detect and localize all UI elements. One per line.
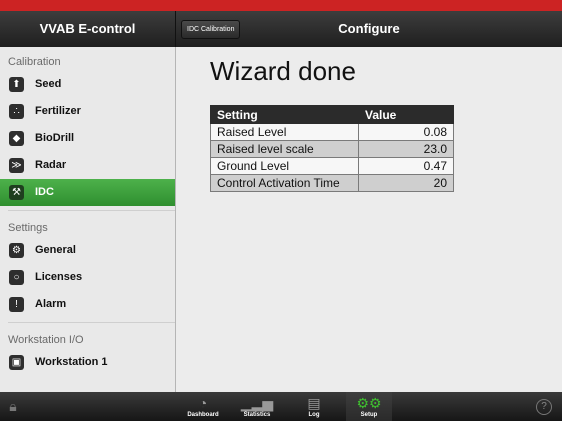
sidebar-item-alarm[interactable]: ! Alarm — [0, 291, 175, 318]
seed-icon: ⬆ — [9, 77, 24, 92]
sidebar-item-label: Seed — [35, 78, 62, 90]
setup-gears-icon: ⚙⚙ — [356, 395, 382, 411]
tab-label: Setup — [360, 412, 378, 418]
sidebar-item-licenses[interactable]: ○ Licenses — [0, 264, 175, 291]
idc-icon: ⚒ — [9, 185, 24, 200]
help-icon[interactable]: ? — [536, 399, 552, 415]
table-header-row: Setting Value — [210, 105, 454, 124]
setting-cell: Raised Level — [210, 123, 359, 141]
tab-statistics[interactable]: ▁▂▅ Statistics — [234, 392, 280, 421]
sidebar-item-label: Workstation 1 — [35, 356, 108, 368]
value-cell: 23.0 — [358, 140, 454, 158]
section-title-settings: Settings — [8, 222, 48, 234]
top-bar: VVAB E-control IDC Calibration Configure — [0, 11, 562, 47]
sidebar-item-label: General — [35, 244, 76, 256]
sidebar-item-radar[interactable]: ≫ Radar — [0, 152, 175, 179]
tab-setup[interactable]: ⚙⚙ Setup — [346, 392, 392, 421]
column-header-value: Value — [358, 105, 454, 124]
tab-label: Log — [308, 412, 320, 418]
table-row: Ground Level 0.47 — [210, 157, 454, 175]
statistics-chart-icon: ▁▂▅ — [240, 395, 274, 411]
value-cell: 0.08 — [358, 123, 454, 141]
value-cell: 0.47 — [358, 157, 454, 175]
sidebar: Calibration ⬆ Seed ∴ Fertilizer ◆ BioDri… — [0, 47, 176, 392]
sidebar-item-label: Licenses — [35, 271, 83, 283]
setting-cell: Ground Level — [210, 157, 359, 175]
log-document-icon: ▤ — [307, 395, 321, 411]
sidebar-item-label: Radar — [35, 159, 67, 171]
workstation-icon: ▣ — [9, 355, 24, 370]
settings-table: Setting Value Raised Level 0.08 Raised l… — [210, 105, 454, 192]
table-row: Raised Level 0.08 — [210, 123, 454, 141]
lock-icon[interactable]: 🔒︎ — [6, 397, 20, 416]
table-row: Control Activation Time 20 — [210, 174, 454, 192]
general-icon: ⚙ — [9, 243, 24, 258]
section-divider — [8, 322, 175, 323]
sidebar-item-label: Alarm — [35, 298, 67, 310]
section-title-workstation-io: Workstation I/O — [8, 334, 84, 346]
sidebar-item-general[interactable]: ⚙ General — [0, 237, 175, 264]
tab-log[interactable]: ▤ Log — [291, 392, 337, 421]
licenses-icon: ○ — [9, 270, 24, 285]
tab-label: Dashboard — [187, 412, 219, 418]
column-header-setting: Setting — [210, 105, 359, 124]
sidebar-item-label: Fertilizer — [35, 105, 81, 117]
brand-stripe — [0, 0, 562, 11]
sidebar-item-biodrill[interactable]: ◆ BioDrill — [0, 125, 175, 152]
main-content: Wizard done Setting Value Raised Level 0… — [176, 47, 562, 392]
alarm-icon: ! — [9, 297, 24, 312]
wizard-heading: Wizard done — [210, 56, 356, 86]
sidebar-item-idc[interactable]: ⚒ IDC — [0, 179, 175, 206]
dashboard-gauge-icon: ◔ — [198, 395, 208, 411]
setting-cell: Control Activation Time — [210, 174, 359, 192]
sidebar-item-workstation-1[interactable]: ▣ Workstation 1 — [0, 349, 175, 376]
sidebar-item-label: IDC — [35, 186, 54, 198]
value-cell: 20 — [358, 174, 454, 192]
tab-label: Statistics — [243, 412, 271, 418]
sidebar-item-label: BioDrill — [35, 132, 75, 144]
sidebar-item-seed[interactable]: ⬆ Seed — [0, 71, 175, 98]
tab-dashboard[interactable]: ◔ Dashboard — [180, 392, 226, 421]
sidebar-item-fertilizer[interactable]: ∴ Fertilizer — [0, 98, 175, 125]
fertilizer-icon: ∴ — [9, 104, 24, 119]
section-title-calibration: Calibration — [8, 56, 61, 68]
page-title: Configure — [338, 21, 400, 36]
section-divider — [8, 210, 175, 211]
setting-cell: Raised level scale — [210, 140, 359, 158]
table-row: Raised level scale 23.0 — [210, 140, 454, 158]
radar-icon: ≫ — [9, 158, 24, 173]
bottom-tab-bar: 🔒︎ ◔ Dashboard ▁▂▅ Statistics ▤ Log ⚙⚙ S… — [0, 392, 562, 421]
app-title: VVAB E-control — [39, 21, 136, 36]
biodrill-icon: ◆ — [9, 131, 24, 146]
